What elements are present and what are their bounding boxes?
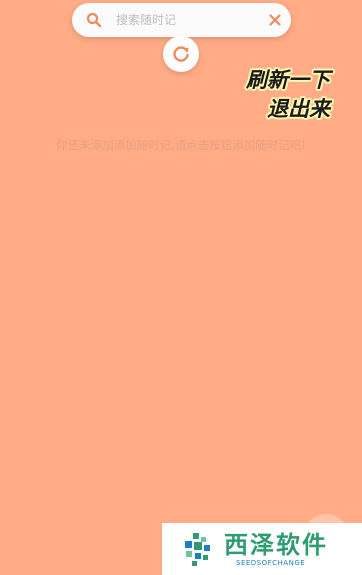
- logo-subtitle: SEEDSOFCHANGE: [236, 558, 306, 567]
- logo-title: 西泽软件: [224, 530, 328, 559]
- overlay-line-2: 退出来: [267, 97, 330, 121]
- refresh-hint-overlay: 刷新一下 退出来: [246, 66, 330, 124]
- search-input[interactable]: [114, 12, 268, 28]
- close-icon[interactable]: [268, 13, 282, 27]
- overlay-line-1: 刷新一下: [246, 68, 330, 92]
- refresh-button[interactable]: [163, 36, 199, 72]
- search-icon: [86, 12, 102, 28]
- refresh-icon: [171, 44, 191, 64]
- empty-state-message: 你还未添加添加随时记,请点击按钮添加随时记吧!: [56, 138, 306, 152]
- search-bar: [72, 3, 291, 37]
- logo-icon: [180, 531, 216, 567]
- watermark-logo: 西泽软件 SEEDSOFCHANGE: [162, 523, 362, 575]
